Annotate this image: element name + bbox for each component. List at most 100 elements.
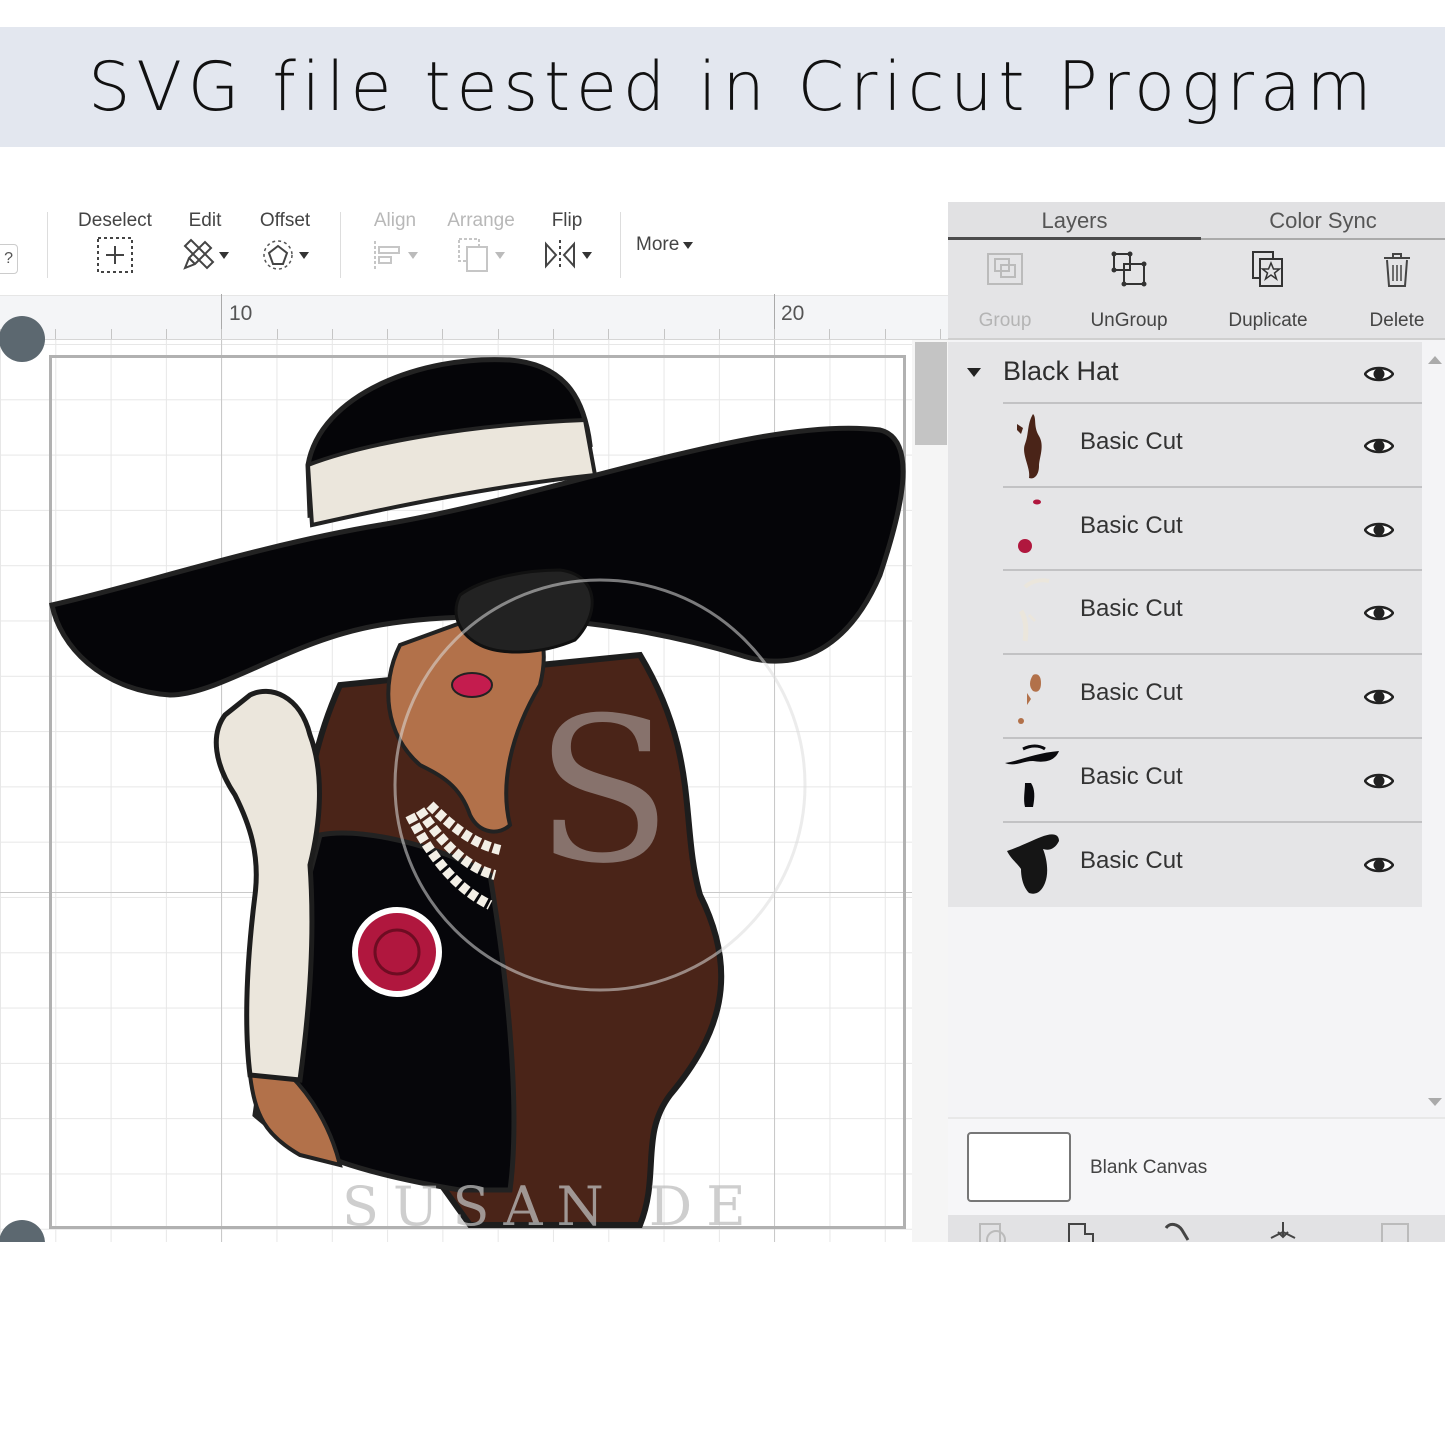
toolbar: ? Deselect Edit Offset Align Arrange Fli… (0, 200, 948, 295)
more-button[interactable]: More (636, 234, 694, 256)
layers-scrollbar[interactable] (1422, 342, 1445, 1117)
rose (352, 907, 442, 997)
canvas-scrollbar-thumb[interactable] (915, 342, 947, 445)
layer-row[interactable]: Basic Cut (1003, 653, 1422, 737)
duplicate-button[interactable]: Duplicate (1213, 248, 1323, 332)
partial-button[interactable]: ? (0, 244, 18, 274)
lips-rose-thumbnail (1018, 499, 1041, 553)
align-button[interactable]: Align (367, 210, 423, 276)
group-icon (987, 253, 1023, 285)
design-canvas[interactable]: S SUSAN DE (0, 316, 912, 1242)
blank-canvas-label: Blank Canvas (1090, 1157, 1208, 1178)
ruler-tick (166, 329, 167, 339)
offset-label: Offset (259, 210, 311, 231)
glove-shape (213, 688, 322, 1083)
layer-row[interactable]: Basic Cut (1003, 402, 1422, 486)
ruler-tick (221, 329, 222, 339)
cricut-app: ? Deselect Edit Offset Align Arrange Fli… (0, 200, 1445, 1242)
ruler-tick (829, 329, 830, 339)
tab-color-sync[interactable]: Color Sync (1201, 202, 1445, 240)
group-name: Black Hat (1003, 356, 1119, 386)
layer-name: Basic Cut (1080, 846, 1183, 874)
offset-button[interactable]: Offset (255, 210, 315, 276)
chevron-down-icon (299, 251, 309, 259)
align-label: Align (373, 210, 417, 231)
ruler-tick (885, 329, 886, 339)
eye-icon[interactable] (1364, 687, 1394, 707)
contour-icon[interactable] (1380, 1222, 1410, 1242)
layer-actions: Group UnGroup Duplicate Delete (948, 240, 1445, 340)
flatten-icon[interactable] (1268, 1222, 1298, 1242)
slice-icon[interactable] (978, 1222, 1008, 1242)
selection-handle-bottom-left[interactable] (0, 1220, 45, 1242)
ruler-tick (608, 329, 609, 339)
more-label: More (636, 234, 680, 255)
layer-name: Basic Cut (1080, 428, 1183, 455)
eye-icon[interactable] (1364, 603, 1394, 623)
trash-icon (1384, 253, 1410, 287)
panel-tabs: Layers Color Sync (948, 202, 1445, 240)
group-label: Group (978, 310, 1032, 331)
eye-icon[interactable] (1364, 520, 1394, 540)
layers-empty-area (948, 907, 1422, 1117)
edit-pencil-ruler-icon (183, 238, 215, 270)
group-button[interactable]: Group (950, 248, 1060, 332)
deselect-button[interactable]: Deselect (76, 210, 154, 276)
delete-label: Delete (1369, 310, 1425, 331)
ruler-tick (664, 329, 665, 339)
eye-icon[interactable] (1364, 771, 1394, 791)
edit-button[interactable]: Edit (176, 210, 234, 276)
delete-button[interactable]: Delete (1342, 248, 1445, 332)
ruler-tick (55, 329, 56, 339)
arrange-button[interactable]: Arrange (445, 210, 517, 276)
layer-row[interactable]: Basic Cut (1003, 569, 1422, 653)
ruler-label-20: 20 (781, 302, 805, 325)
selection-handle-top-left[interactable] (0, 316, 45, 362)
ruler-tick (442, 329, 443, 339)
eye-icon[interactable] (1364, 364, 1394, 384)
ruler-tick (387, 329, 388, 339)
scroll-up-arrow-icon[interactable] (1428, 356, 1442, 364)
flip-button[interactable]: Flip (538, 210, 596, 276)
ungroup-button[interactable]: UnGroup (1074, 248, 1184, 332)
deselect-label: Deselect (78, 210, 152, 231)
edit-label: Edit (188, 210, 222, 231)
layer-row[interactable]: Basic Cut (1003, 485, 1422, 570)
arrange-icon (458, 238, 488, 272)
layer-name: Basic Cut (1080, 679, 1183, 707)
watermark-letter: S (535, 675, 672, 908)
align-icon (374, 241, 400, 269)
eye-icon[interactable] (1364, 436, 1394, 456)
canvas-scrollbar-track[interactable] (912, 340, 948, 1242)
layer-name: Basic Cut (1080, 595, 1183, 623)
watermark-text: SUSAN DE (342, 1175, 760, 1238)
chevron-down-icon (582, 251, 592, 259)
scroll-down-arrow-icon[interactable] (1428, 1098, 1442, 1106)
toolbar-divider (47, 212, 48, 278)
combine-icon[interactable] (1066, 1222, 1096, 1242)
arrange-label: Arrange (447, 210, 515, 231)
chevron-down-icon (219, 251, 229, 259)
chevron-down-icon (495, 251, 505, 259)
layer-row[interactable]: Basic Cut (1003, 736, 1422, 821)
tab-layers[interactable]: Layers (948, 202, 1201, 240)
layer-group-black-hat[interactable]: Black Hat (948, 342, 1422, 402)
layers-list: Black Hat Basic Cut Basic Cut Basic Cut Bas… (948, 342, 1422, 907)
blank-canvas-row[interactable]: Blank Canvas (948, 1117, 1445, 1215)
layer-row[interactable]: Basic Cut (1003, 820, 1422, 905)
ruler-tick (774, 329, 775, 339)
layer-name: Basic Cut (1080, 511, 1183, 539)
toolbar-divider (620, 212, 621, 278)
lips (451, 672, 493, 698)
ruler-tick (940, 329, 941, 339)
skin-thumbnail (1018, 674, 1041, 725)
hair-thumbnail (1017, 414, 1042, 479)
ungroup-label: UnGroup (1090, 310, 1168, 331)
eye-icon[interactable] (1364, 855, 1394, 875)
chevron-down-icon (408, 251, 418, 259)
expand-caret-icon[interactable] (967, 368, 981, 377)
flip-label: Flip (551, 210, 583, 231)
attach-icon[interactable] (1162, 1222, 1192, 1242)
blank-canvas-swatch[interactable] (967, 1132, 1071, 1202)
black-hat-woman-artwork[interactable]: S (40, 355, 910, 1235)
